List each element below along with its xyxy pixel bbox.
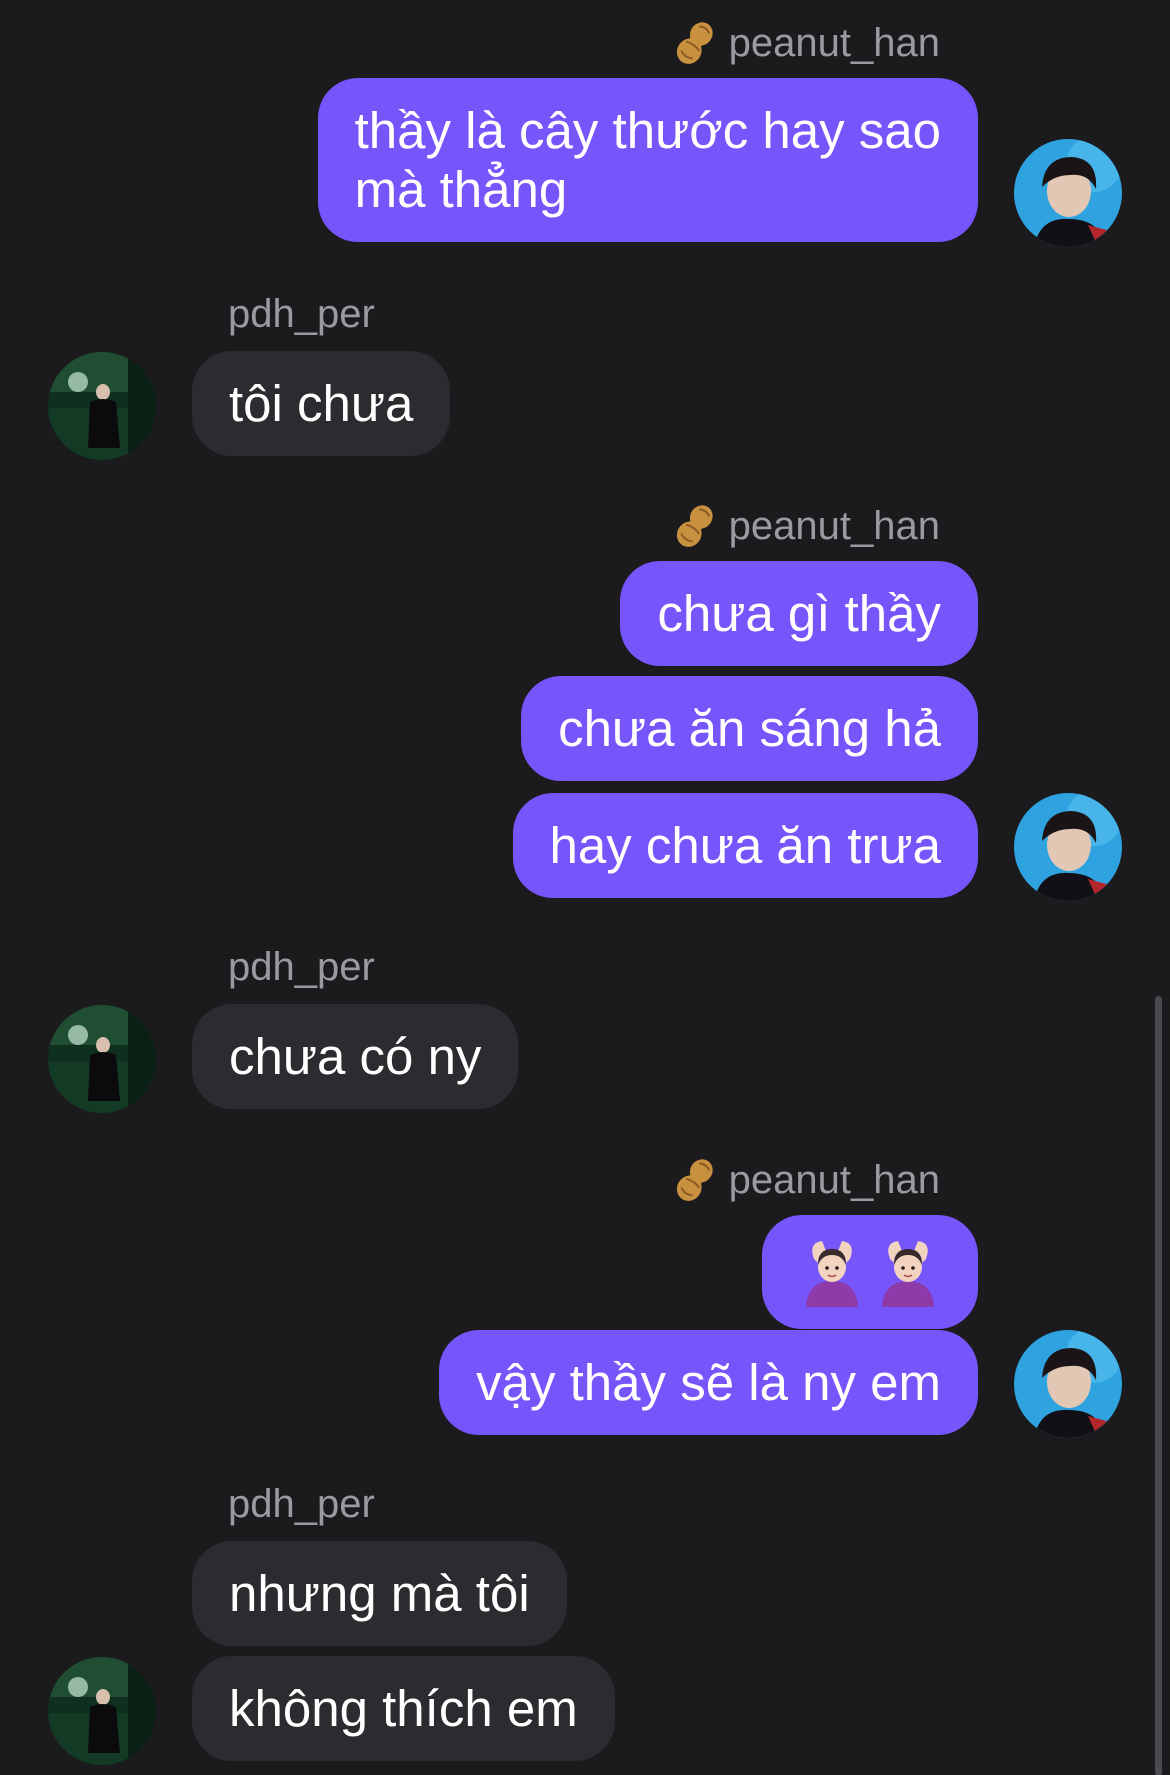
avatar-pdh-per[interactable] <box>48 352 156 460</box>
sender-label-peanut-han: peanut_han <box>669 1154 940 1206</box>
message-bubble-emoji[interactable]: 🙆🏻‍♀️🙆🏻‍♀️ <box>762 1215 978 1329</box>
peanut-icon <box>676 505 713 547</box>
peanut-icon <box>676 1159 713 1201</box>
person-gesturing-ok-icon <box>882 1241 934 1307</box>
avatar-pdh-per[interactable] <box>48 1657 156 1765</box>
avatar-photo-icon <box>48 1657 156 1765</box>
message-bubble-outgoing[interactable]: chưa ăn sáng hả <box>521 676 978 781</box>
avatar-photo-icon <box>48 1005 156 1113</box>
sender-label-pdh-per: pdh_per <box>228 1482 375 1526</box>
avatar-peanut-han[interactable] <box>1014 1330 1122 1438</box>
avatar-peanut-han[interactable] <box>1014 139 1122 247</box>
sender-label-pdh-per: pdh_per <box>228 945 375 989</box>
sender-name: peanut_han <box>728 21 940 65</box>
message-bubble-incoming[interactable]: chưa có ny <box>192 1004 519 1109</box>
avatar-photo-icon <box>1014 1330 1122 1438</box>
peanut-icon <box>676 22 713 64</box>
message-bubble-outgoing[interactable]: chưa gì thầy <box>620 561 978 666</box>
message-bubble-incoming[interactable]: không thích em <box>192 1656 615 1761</box>
avatar-photo-icon <box>48 352 156 460</box>
sender-name: peanut_han <box>728 1158 940 1202</box>
avatar-photo-icon <box>1014 139 1122 247</box>
person-gesturing-ok-icon <box>806 1241 858 1307</box>
avatar-peanut-han[interactable] <box>1014 793 1122 901</box>
chat-thread: peanut_han thầy là cây thước hay sao mà … <box>0 0 1170 1775</box>
sender-label-peanut-han: peanut_han <box>669 17 940 69</box>
avatar-pdh-per[interactable] <box>48 1005 156 1113</box>
sender-name: peanut_han <box>728 504 940 548</box>
sender-label-peanut-han: peanut_han <box>669 500 940 552</box>
message-bubble-outgoing[interactable]: vậy thầy sẽ là ny em <box>439 1330 978 1435</box>
message-bubble-outgoing[interactable]: thầy là cây thước hay sao mà thẳng <box>317 78 978 242</box>
message-bubble-outgoing[interactable]: hay chưa ăn trưa <box>512 793 978 898</box>
message-bubble-incoming[interactable]: tôi chưa <box>192 351 451 456</box>
sender-label-pdh-per: pdh_per <box>228 292 375 336</box>
avatar-photo-icon <box>1014 793 1122 901</box>
scrollbar[interactable] <box>1155 996 1162 1775</box>
message-bubble-incoming[interactable]: nhưng mà tôi <box>192 1541 567 1646</box>
